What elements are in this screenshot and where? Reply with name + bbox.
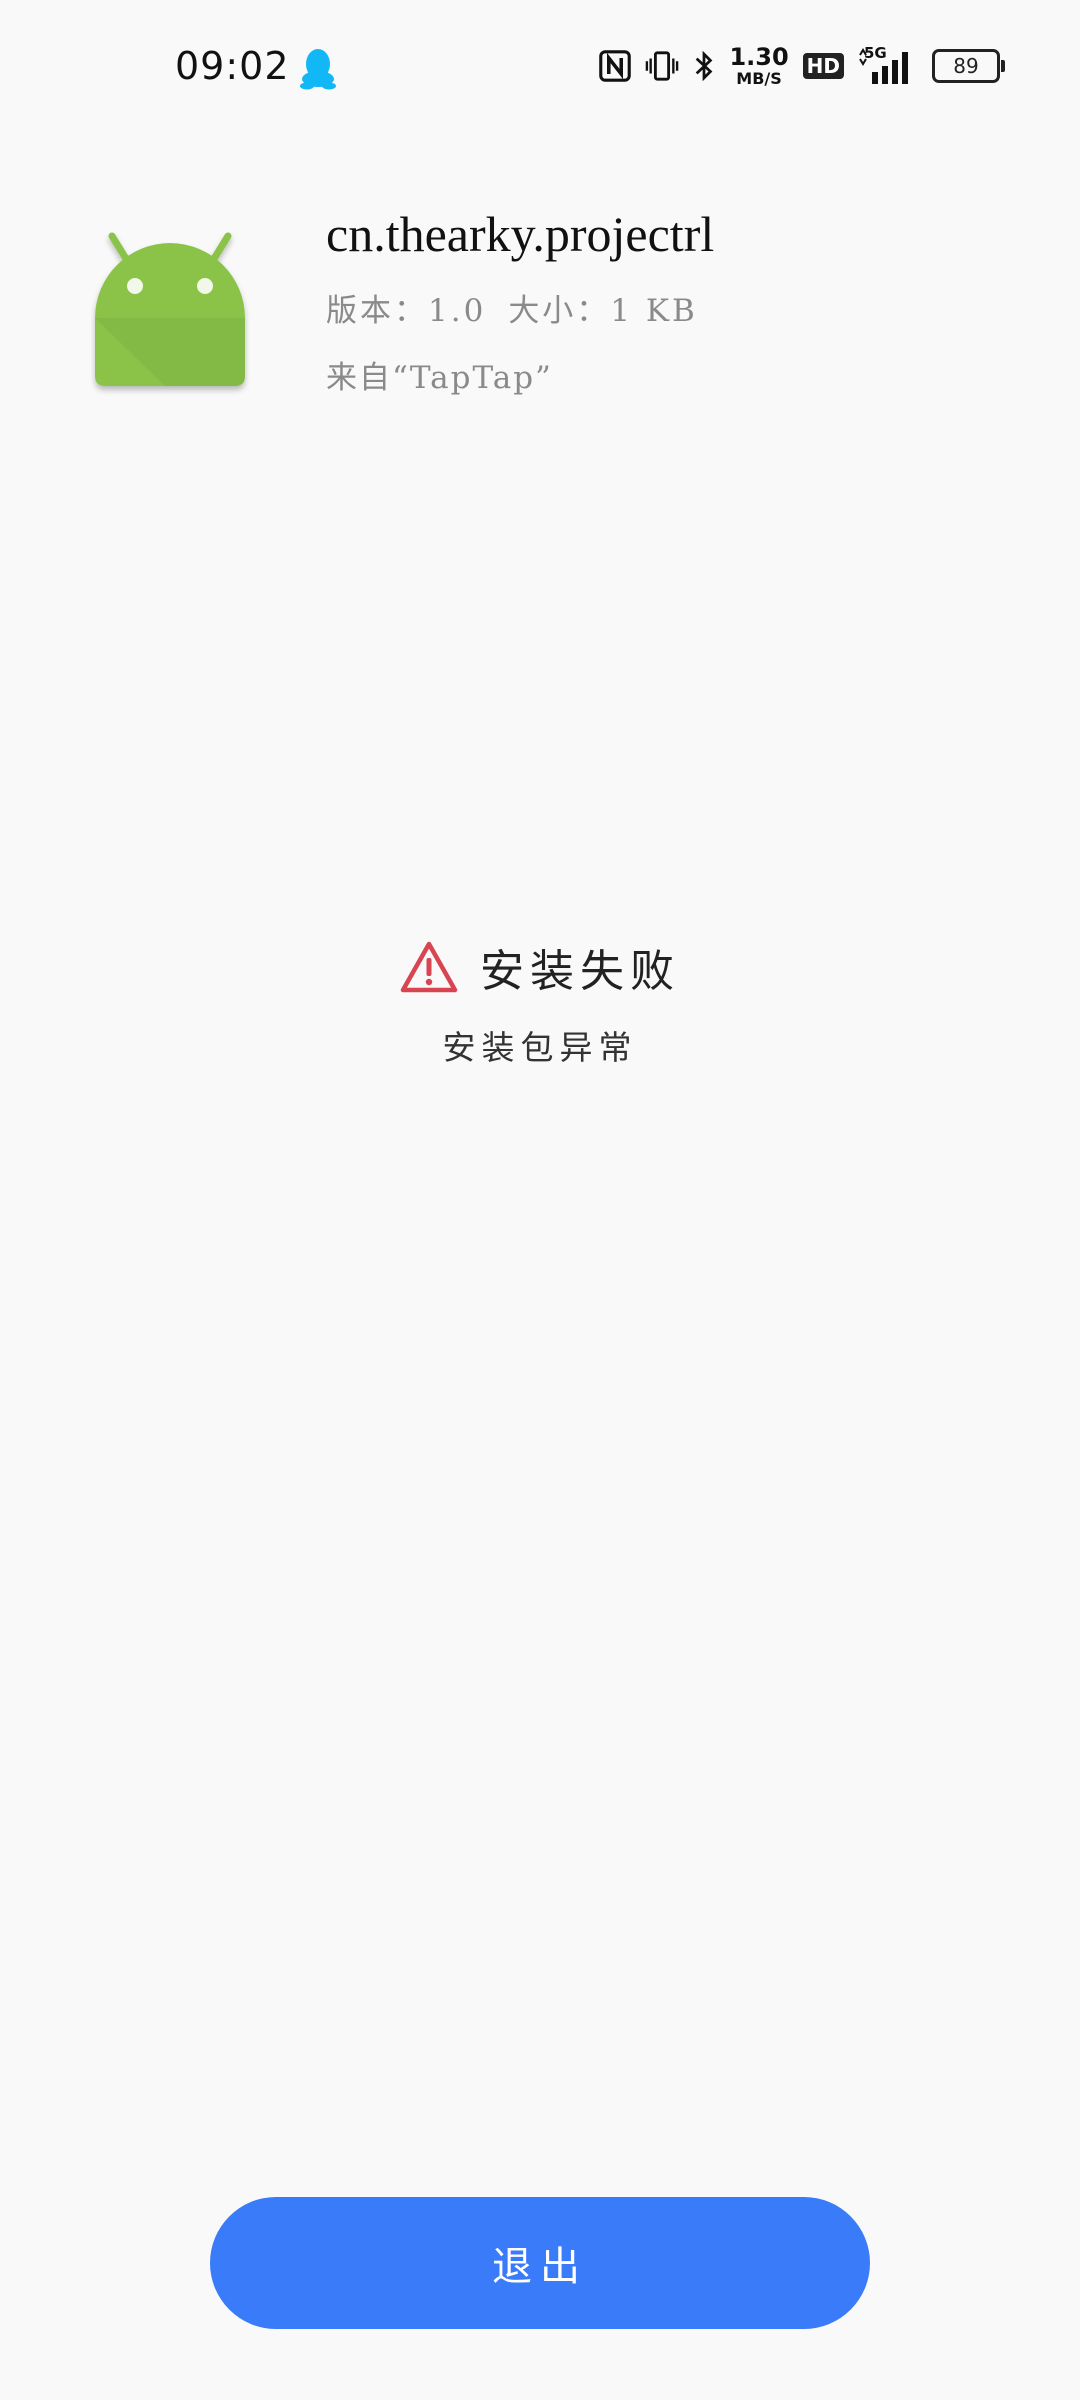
network-speed-value: 1.30 (729, 43, 789, 71)
warning-triangle-icon (400, 941, 458, 993)
app-package-name: cn.thearky.projectrl (326, 206, 715, 262)
battery-level: 89 (953, 54, 979, 78)
battery-icon: 89 (932, 49, 1005, 83)
install-result: 安装失败 安装包异常 (0, 935, 1080, 1069)
exit-button[interactable]: 退出 (210, 2197, 870, 2329)
hd-icon: HD (802, 53, 844, 79)
app-source: 来自“TapTap” (326, 360, 553, 396)
signal-bars-icon (859, 48, 908, 84)
network-speed: 1.30 MB/S (729, 45, 788, 87)
status-bar: 09:02 1.30 MB/S HD 5G 89 (0, 0, 1080, 136)
bluetooth-icon (696, 50, 713, 82)
install-result-header: 安装失败 (400, 935, 680, 999)
app-meta: 版本：1.0 大小：1 KB (326, 285, 720, 330)
vibrate-icon (646, 51, 679, 81)
app-version: 版本：1.0 (326, 293, 487, 329)
status-time: 09:02 (175, 44, 290, 88)
install-failed-title: 安装失败 (480, 946, 680, 997)
nfc-icon (599, 50, 632, 82)
status-icons: 1.30 MB/S HD 5G 89 (599, 44, 1005, 88)
android-robot-icon (95, 232, 245, 386)
network-speed-unit: MB/S (736, 69, 782, 88)
signal-icon: 5G (858, 46, 918, 86)
app-size: 大小：1 KB (508, 293, 698, 329)
install-failed-reason: 安装包异常 (442, 1028, 638, 1067)
qq-icon (300, 49, 336, 90)
package-installer-screen: 09:02 1.30 MB/S HD 5G 89 cn.thearky.proj… (0, 0, 1080, 2400)
